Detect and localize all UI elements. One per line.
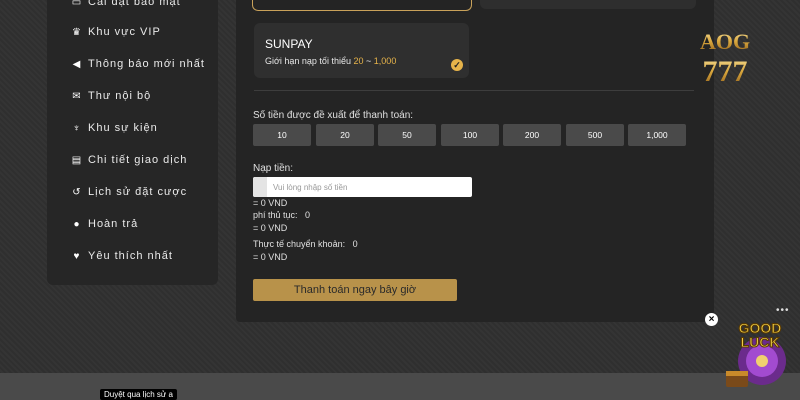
sidebar-item-label: Lịch sử đặt cược — [88, 186, 188, 198]
logo-line-2: 777 — [703, 55, 748, 87]
limit-min: 20 — [353, 56, 364, 66]
sidebar-item-label: Thông báo mới nhất — [88, 58, 205, 70]
sidebar-item-vip[interactable]: ♛ Khu vực VIP — [71, 26, 161, 38]
payment-method-card[interactable] — [480, 0, 696, 9]
mail-icon: ✉ — [72, 90, 82, 102]
suggest-label: Số tiền được đề xuất để thanh toán: — [253, 110, 414, 121]
sidebar-item-label: Chi tiết giao dịch — [88, 154, 188, 166]
amount-button[interactable]: 1,000 — [628, 124, 686, 146]
input-prefix — [253, 177, 267, 197]
deposit-vnd: = 0 VND — [253, 198, 288, 208]
sidebar-item-refund[interactable]: ● Hoàn trả — [71, 218, 138, 230]
sidebar-item-label: Khu sự kiện — [88, 122, 158, 134]
badge-line-2: LUCK — [741, 334, 780, 350]
sidebar-item-events[interactable]: ♆ Khu sự kiện — [71, 122, 158, 134]
channel-name: SUNPAY — [265, 37, 313, 51]
amount-button[interactable]: 10 — [253, 124, 311, 146]
amount-button[interactable]: 20 — [316, 124, 374, 146]
site-logo[interactable]: AOG 777 — [684, 25, 766, 87]
fee-value: 0 — [305, 210, 311, 220]
megaphone-icon: ◀ — [72, 58, 82, 70]
payment-channel-sunpay[interactable]: SUNPAY Giới hạn nạp tối thiểu 20 ~ 1,000… — [254, 23, 469, 78]
deposit-input-wrapper — [253, 177, 472, 197]
fee-label: phí thủ tục: — [253, 210, 298, 220]
check-icon: ✓ — [451, 59, 463, 71]
crown-icon: ♛ — [72, 26, 82, 38]
sidebar-item-label: Khu vực VIP — [88, 26, 161, 38]
amount-button[interactable]: 500 — [566, 124, 624, 146]
sidebar-item-label: Yêu thích nhất — [88, 250, 173, 262]
fee-row: phí thủ tục: 0 — [253, 210, 310, 220]
amount-button[interactable]: 200 — [503, 124, 561, 146]
amount-button[interactable]: 100 — [441, 124, 499, 146]
fee-vnd: = 0 VND — [253, 223, 288, 233]
good-luck-promo[interactable]: GOOD LUCK — [722, 313, 798, 393]
clipboard-icon: ▤ — [71, 154, 83, 166]
pay-now-button[interactable]: Thanh toán ngay bây giờ — [253, 279, 457, 301]
sidebar-item-security[interactable]: ▭ Cài đặt bảo mật — [71, 0, 181, 8]
actual-vnd: = 0 VND — [253, 252, 288, 262]
card-icon: ▭ — [71, 0, 83, 8]
actual-label: Thực tế chuyển khoản: — [253, 239, 346, 249]
sidebar-item-transactions[interactable]: ▤ Chi tiết giao dịch — [71, 154, 187, 166]
payment-panel: SUNPAY Giới hạn nạp tối thiểu 20 ~ 1,000… — [236, 0, 714, 322]
sidebar-item-label: Cài đặt bảo mật — [88, 0, 181, 8]
tooltip: Duyệt qua lịch sử a — [100, 389, 177, 400]
limit-prefix: Giới hạn nạp tối thiểu — [265, 56, 351, 66]
divider — [254, 90, 694, 91]
limit-separator: ~ — [366, 56, 372, 66]
actual-value: 0 — [352, 239, 358, 249]
sidebar-item-label: Thư nội bộ — [88, 90, 152, 102]
sidebar-item-inbox[interactable]: ✉ Thư nội bộ — [71, 90, 151, 102]
close-icon[interactable]: × — [705, 313, 718, 326]
amount-button[interactable]: 50 — [378, 124, 436, 146]
logo-line-1: AOG — [700, 29, 750, 54]
sidebar-item-bet-history[interactable]: ↺ Lịch sử đặt cược — [71, 186, 187, 198]
sidebar-item-label: Hoàn trả — [88, 218, 139, 230]
sidebar: ▭ Cài đặt bảo mật ♛ Khu vực VIP ◀ Thông … — [47, 0, 218, 285]
channel-limit: Giới hạn nạp tối thiểu 20 ~ 1,000 — [265, 56, 396, 66]
deposit-amount-input[interactable] — [273, 177, 463, 197]
history-icon: ↺ — [72, 186, 82, 198]
sidebar-item-news[interactable]: ◀ Thông báo mới nhất — [71, 58, 205, 70]
payment-method-card-selected[interactable] — [252, 0, 472, 11]
refund-icon: ● — [73, 218, 81, 230]
deposit-label: Nạp tiền: — [253, 163, 294, 174]
trophy-icon: ♆ — [72, 122, 82, 134]
sidebar-item-favorites[interactable]: ♥ Yêu thích nhất — [71, 250, 173, 262]
heart-icon: ♥ — [73, 250, 81, 262]
limit-max: 1,000 — [373, 56, 397, 66]
actual-row: Thực tế chuyển khoản: 0 — [253, 239, 358, 249]
